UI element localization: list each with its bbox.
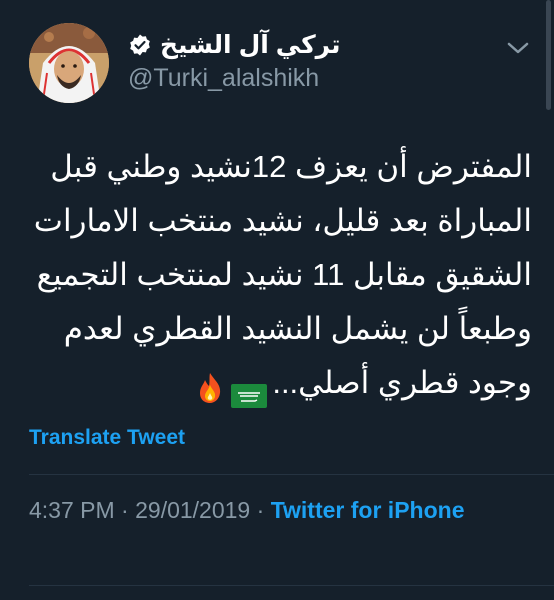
tweet-text-last-line: وجود قطري أصلي... (22, 356, 532, 410)
chevron-down-icon[interactable] (505, 38, 531, 58)
tweet-text-line: وجود قطري أصلي... (272, 365, 532, 400)
avatar-image (29, 23, 109, 103)
avatar[interactable] (29, 23, 109, 103)
tweet-text-line: المفترض أن يعزف 12نشيد وطني قبل (50, 149, 532, 184)
verified-badge-icon (128, 33, 152, 57)
author-handle[interactable]: @Turki_alalshikh (128, 64, 488, 93)
tweet-date[interactable]: 29/01/2019 (135, 497, 250, 523)
tweet-time[interactable]: 4:37 PM (29, 497, 115, 523)
scrollbar[interactable] (546, 0, 551, 110)
saudi-flag-icon (230, 372, 268, 408)
fire-icon (196, 368, 224, 403)
separator-dot: · (121, 497, 129, 523)
tweet-metadata: 4:37 PM · 29/01/2019 · Twitter for iPhon… (29, 492, 509, 528)
divider (29, 474, 554, 475)
tweet-detail: تركي آل الشيخ @Turki_alalshikh المفترض أ… (0, 0, 554, 600)
tweet-text-line: وطبعاً لن يشمل النشيد القطري لعدم (63, 311, 532, 346)
tweet-text-line: الشقيق مقابل 11 نشيد لمنتخب التجميع (36, 257, 532, 292)
tweet-text: المفترض أن يعزف 12نشيد وطني قبل المباراة… (22, 140, 532, 410)
separator-dot: · (256, 497, 265, 523)
divider (29, 585, 554, 586)
tweet-source-link[interactable]: Twitter for iPhone (271, 497, 465, 523)
author-display-name[interactable]: تركي آل الشيخ (160, 30, 341, 60)
author-block[interactable]: تركي آل الشيخ @Turki_alalshikh (128, 28, 488, 93)
translate-tweet-link[interactable]: Translate Tweet (29, 426, 185, 450)
name-row: تركي آل الشيخ (128, 28, 488, 62)
tweet-text-line: المباراة بعد قليل، نشيد منتخب الامارات (33, 203, 532, 238)
